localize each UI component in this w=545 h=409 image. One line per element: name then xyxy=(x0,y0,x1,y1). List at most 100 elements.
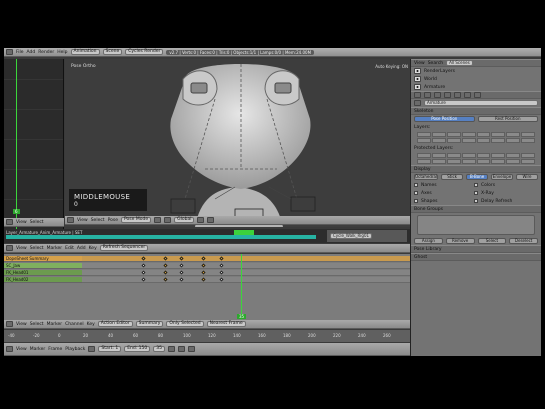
strip-editor[interactable]: Layer_Armature_Anim_Armature | SET Cycle… xyxy=(4,229,410,243)
menu-render[interactable]: Render xyxy=(38,50,54,55)
snap-mode-select[interactable]: Nearest Frame xyxy=(206,321,246,327)
jump-end-icon[interactable] xyxy=(188,346,196,352)
only-selected-toggle[interactable]: Only Selected xyxy=(166,321,204,327)
pose-library-section[interactable]: Pose Library xyxy=(411,245,541,253)
menu-key[interactable]: Key xyxy=(87,322,95,327)
outliner-filter[interactable]: All Scenes xyxy=(446,60,473,66)
snap-icon[interactable] xyxy=(207,217,215,223)
editor-type-icon[interactable] xyxy=(6,321,13,327)
editor-type-icon[interactable] xyxy=(6,346,13,352)
editor-type-icon[interactable] xyxy=(6,219,13,225)
armature-data-icon[interactable] xyxy=(464,92,471,98)
summary-toggle[interactable]: Summary xyxy=(135,321,164,327)
axes-checkbox[interactable] xyxy=(414,191,418,195)
menu-frame[interactable]: Frame xyxy=(48,347,62,352)
xray-checkbox[interactable] xyxy=(474,191,478,195)
dopesheet-editor[interactable]: DopeSheet Summary SC_Jaw FK_Head01 FK_He… xyxy=(4,254,410,320)
outliner-item[interactable]: Armature xyxy=(411,83,541,91)
frame-ruler[interactable]: -40 -20 0 20 40 60 80 100 120 140 160 18… xyxy=(4,330,410,342)
bone-groups-section[interactable]: Bone Groups xyxy=(411,205,541,213)
deselect-button[interactable]: Deselect xyxy=(509,238,538,244)
display-wire[interactable]: Wire xyxy=(516,174,538,180)
protected-layer-grid[interactable] xyxy=(411,152,541,165)
display-envelope[interactable]: Envelope xyxy=(491,174,514,180)
outliner-search[interactable]: Search xyxy=(428,61,443,66)
editor-type-icon[interactable] xyxy=(6,245,13,251)
current-frame-field[interactable]: 35 xyxy=(153,346,166,352)
scene-select[interactable]: Scene xyxy=(102,49,123,55)
display-octahedral[interactable]: Octahedral xyxy=(414,174,439,180)
channel-summary[interactable]: DopeSheet Summary xyxy=(4,256,82,262)
constraint-icon[interactable] xyxy=(454,92,461,98)
menu-view[interactable]: View xyxy=(16,220,27,225)
layer-grid[interactable] xyxy=(411,131,541,144)
ghost-section[interactable]: Ghost xyxy=(411,253,541,261)
menu-add[interactable]: Add xyxy=(27,50,36,55)
editor-type-icon[interactable] xyxy=(6,49,13,55)
menu-playback[interactable]: Playback xyxy=(65,347,85,352)
outliner-item[interactable]: RenderLayers xyxy=(411,67,541,75)
render-engine-select[interactable]: Cycles Render xyxy=(125,49,164,55)
editor-type-icon[interactable] xyxy=(67,217,74,223)
play-icon[interactable] xyxy=(178,346,186,352)
menu-file[interactable]: File xyxy=(16,50,24,55)
eye-icon[interactable] xyxy=(414,68,421,74)
menu-help[interactable]: Help xyxy=(57,50,67,55)
bone-icon[interactable] xyxy=(474,92,481,98)
menu-marker[interactable]: Marker xyxy=(30,347,46,352)
menu-pose[interactable]: Pose xyxy=(108,218,118,223)
jump-start-icon[interactable] xyxy=(168,346,176,352)
menu-marker[interactable]: Marker xyxy=(47,246,63,251)
dopesheet-mode-select[interactable]: Action Editor xyxy=(97,321,133,327)
action-strip[interactable] xyxy=(6,235,316,239)
end-frame-field[interactable]: End: 150 xyxy=(124,346,151,352)
outliner-view[interactable]: View xyxy=(414,61,425,66)
eye-icon[interactable] xyxy=(414,84,421,90)
shading-icon[interactable] xyxy=(154,217,162,223)
menu-select[interactable]: Select xyxy=(91,218,105,223)
display-section[interactable]: Display xyxy=(411,165,541,173)
bone-group-list[interactable] xyxy=(417,215,535,235)
rest-position-button[interactable]: Rest Position xyxy=(477,116,538,122)
menu-view[interactable]: View xyxy=(16,246,27,251)
colors-checkbox[interactable] xyxy=(474,183,478,187)
current-frame-line[interactable] xyxy=(16,59,17,229)
scene-icon[interactable] xyxy=(424,92,431,98)
world-icon[interactable] xyxy=(434,92,441,98)
display-stick[interactable]: Stick xyxy=(441,174,464,180)
channel-sc-jaw[interactable]: SC_Jaw xyxy=(4,263,82,269)
menu-channel[interactable]: Channel xyxy=(65,322,83,327)
eye-icon[interactable] xyxy=(414,76,421,82)
layers-icon[interactable] xyxy=(197,217,205,223)
menu-view[interactable]: View xyxy=(16,322,27,327)
delay-refresh-checkbox[interactable] xyxy=(474,199,478,203)
layout-select[interactable]: Animation xyxy=(70,49,100,55)
pivot-icon[interactable] xyxy=(164,217,172,223)
menu-key[interactable]: Key xyxy=(89,246,97,251)
strip-action-select[interactable]: Cycle_Walk_Rig01 xyxy=(330,233,373,239)
object-icon[interactable] xyxy=(444,92,451,98)
skeleton-section[interactable]: Skeleton xyxy=(411,107,541,115)
start-frame-field[interactable]: Start: 1 xyxy=(98,346,122,352)
menu-view[interactable]: View xyxy=(77,218,88,223)
record-icon[interactable] xyxy=(88,346,96,352)
remove-button[interactable]: Remove xyxy=(445,238,475,244)
channel-fk-head02[interactable]: FK_Head02 xyxy=(4,277,82,283)
channel-fk-head01[interactable]: FK_Head01 xyxy=(4,270,82,276)
armature-name-field[interactable]: Armature xyxy=(424,100,538,106)
graph-editor[interactable]: 6 xyxy=(4,59,64,229)
pose-position-button[interactable]: Pose Position xyxy=(414,116,475,122)
menu-add[interactable]: Add xyxy=(77,246,86,251)
menu-select[interactable]: Select xyxy=(30,246,44,251)
orientation-select[interactable]: Global xyxy=(174,217,195,223)
menu-marker[interactable]: Marker xyxy=(47,322,63,327)
mode-select[interactable]: Pose Mode xyxy=(121,217,152,223)
menu-select[interactable]: Select xyxy=(30,220,44,225)
menu-view[interactable]: View xyxy=(16,347,27,352)
render-icon[interactable] xyxy=(414,92,421,98)
refresh-sequencer-button[interactable]: Refresh Sequencer xyxy=(99,245,149,251)
current-frame-marker[interactable] xyxy=(234,230,254,235)
current-frame-line[interactable] xyxy=(241,254,242,320)
outliner-item[interactable]: World xyxy=(411,75,541,83)
menu-select[interactable]: Select xyxy=(30,322,44,327)
